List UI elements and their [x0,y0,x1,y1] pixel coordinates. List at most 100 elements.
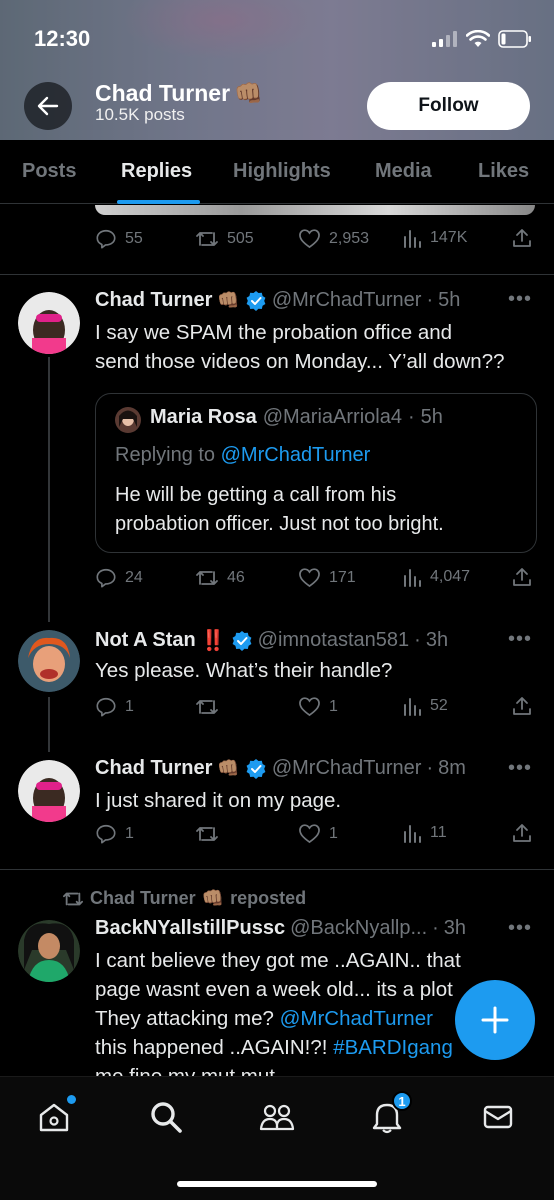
views-action[interactable]: 52 [402,696,448,716]
post-header: BackNYallstillPussc @BackNyallp... · 3h [95,917,466,940]
repost-action[interactable] [195,696,219,718]
author-handle[interactable]: @BackNyallp... [290,917,427,940]
post-time: 8m [438,757,466,779]
verified-badge-icon [246,758,266,779]
search-icon [151,1102,182,1133]
separator-dot: · [407,406,415,428]
replying-to-handle[interactable]: @MrChadTurner [221,444,371,466]
like-action[interactable]: 1 [298,823,338,844]
repost-action[interactable] [195,823,219,845]
share-action[interactable] [512,696,532,716]
heart-icon [299,229,320,249]
reply-icon [96,824,116,844]
views-action[interactable]: 11 [402,823,447,843]
post-text-line: Yes please. What’s their handle? [95,659,393,682]
active-tab-indicator [117,200,200,204]
like-action[interactable]: 171 [298,567,356,588]
post-header: Not A Stan ‼️ @imnotastan581 · 3h [95,628,448,653]
back-button[interactable] [24,82,72,130]
reply-action[interactable]: 24 [95,567,143,589]
author-handle[interactable]: @imnotastan581 [258,629,410,652]
author-handle[interactable]: @MrChadTurner [272,757,422,780]
reply-icon [96,568,116,588]
quote-text-line: probabtion officer. Just not too bright. [115,513,444,535]
repost-action[interactable]: 46 [195,567,245,589]
more-options-icon[interactable]: ••• [508,288,532,311]
profile-name: Chad Turner 👊🏽 [95,80,263,107]
notification-badge: 1 [392,1091,412,1111]
reply-count: 24 [125,569,143,586]
reply-action[interactable]: 1 [95,823,134,845]
post-header: Chad Turner 👊🏽 @MrChadTurner · 8m [95,757,466,780]
tab-media[interactable]: Media [375,160,432,183]
status-icons [432,30,532,48]
reply-action[interactable]: 55 [95,228,143,250]
divider [0,869,554,870]
separator-dot: · [426,757,434,779]
home-indicator [177,1181,377,1187]
share-action[interactable] [512,823,532,843]
share-action[interactable] [512,567,532,587]
repost-icon [63,892,83,905]
fist-emoji: 👊🏽 [234,80,263,106]
heart-icon [299,824,320,844]
tab-likes[interactable]: Likes [478,160,529,183]
reply-action[interactable]: 1 [95,696,134,718]
nav-home[interactable] [34,1095,76,1137]
post-text: I say we SPAM the probation office and s… [95,318,540,376]
repost-icon [196,827,218,841]
like-action[interactable]: 2,953 [298,228,369,249]
quote-avatar [115,407,141,433]
reply-count: 55 [125,230,143,247]
post-time: 5h [438,289,461,311]
compose-post-button[interactable] [455,980,535,1060]
post-text: Yes please. What’s their handle? [95,656,540,685]
avatar[interactable] [18,630,80,692]
reposter-name[interactable]: Chad Turner [90,888,196,909]
tab-highlights[interactable]: Highlights [233,160,331,183]
hashtag-link[interactable]: #BARDIgang [333,1036,453,1059]
tab-posts[interactable]: Posts [22,160,76,183]
quoted-post[interactable]: Maria Rosa @MariaArriola4 · 5h Replying … [95,393,537,553]
quote-text: He will be getting a call from his proba… [115,481,444,539]
share-icon [513,568,531,586]
avatar[interactable] [18,920,80,982]
more-options-icon[interactable]: ••• [508,628,532,651]
nav-search[interactable] [146,1097,186,1137]
avatar-image [18,920,80,982]
post-time: 3h [425,629,449,651]
thread-line [48,697,50,752]
avatar[interactable] [18,760,80,822]
author-name[interactable]: Chad Turner [95,757,212,780]
previous-post-media[interactable] [95,205,535,215]
repost-action[interactable]: 505 [195,228,254,250]
like-count: 1 [329,697,338,715]
tab-replies[interactable]: Replies [121,160,192,183]
avatar-image [18,760,80,822]
nav-communities[interactable] [257,1097,297,1137]
author-name[interactable]: Not A Stan [95,629,196,652]
views-action[interactable]: 147K [402,228,467,248]
reply-icon [96,229,116,249]
more-options-icon[interactable]: ••• [508,757,532,780]
views-action[interactable]: 4,047 [402,567,470,587]
share-icon [513,697,531,715]
author-name[interactable]: Chad Turner [95,289,212,312]
author-handle[interactable]: @MrChadTurner [272,289,422,312]
separator-dot: · [414,629,421,651]
more-options-icon[interactable]: ••• [508,917,532,940]
follow-button[interactable]: Follow [367,82,530,130]
share-action[interactable] [512,228,532,248]
views-count: 4,047 [430,568,471,585]
profile-header: 12:30 Chad Turner 👊🏽 10.5K posts Follow [0,0,554,140]
author-name[interactable]: BackNYallstillPussc [95,917,285,940]
views-chart-icon [404,569,421,587]
nav-messages[interactable] [478,1097,518,1137]
nav-notifications[interactable]: 1 [367,1091,412,1137]
avatar[interactable] [18,292,80,354]
post-actions: 1 1 11 [95,823,535,851]
share-icon [513,824,531,842]
like-count: 2,953 [329,229,370,247]
mention-link[interactable]: @MrChadTurner [280,1007,433,1030]
like-action[interactable]: 1 [298,696,338,717]
